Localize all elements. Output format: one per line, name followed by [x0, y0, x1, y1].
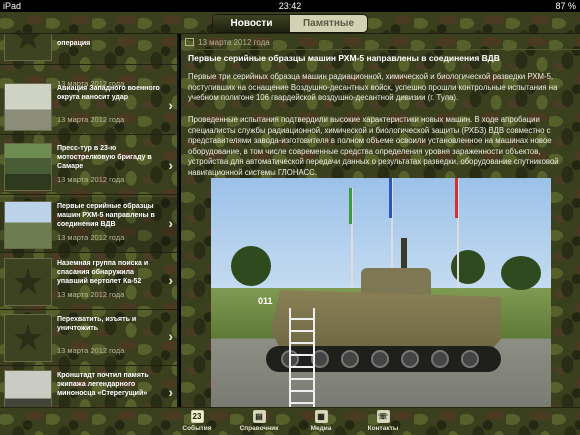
news-thumbnail	[4, 370, 52, 407]
news-thumbnail	[4, 83, 52, 131]
chevron-right-icon: ›	[168, 215, 173, 231]
film-icon: ▦	[314, 410, 328, 423]
news-item-title: Авиация Западного военного округа наноси…	[57, 85, 160, 101]
news-thumbnail	[4, 34, 52, 61]
list-item[interactable]: операция 13 марта 2012 года	[0, 34, 177, 88]
chevron-right-icon: ›	[168, 272, 173, 288]
article-paragraph: Проведенные испытания подтвердили высоки…	[188, 115, 559, 177]
book-icon: ▤	[252, 410, 266, 423]
news-item-title: Перехватить, изъять и уничтожить	[57, 316, 137, 332]
vehicle-number: 011	[258, 296, 273, 306]
article-photo[interactable]: 011	[211, 178, 551, 407]
tree	[501, 256, 541, 290]
tree	[231, 246, 271, 286]
wheel	[401, 350, 419, 368]
news-thumbnail	[4, 143, 52, 191]
news-thumbnail	[4, 314, 52, 362]
bottom-tab-bar: 23 События ▤ Справочник ▦ Медиа ☏ Контак…	[0, 407, 580, 435]
tab-media[interactable]: ▦ Медиа	[286, 410, 356, 432]
news-item-date: 13 марта 2012 года	[57, 346, 125, 355]
article-paragraph: Первые три серийных образца машин радиац…	[188, 72, 558, 102]
list-item-selected[interactable]: Первые серийные образцы машин РХМ-5 напр…	[0, 197, 177, 253]
news-item-title: Первые серийные образцы машин РХМ-5 напр…	[57, 203, 155, 228]
calendar-icon	[185, 38, 194, 46]
tab-contacts[interactable]: ☏ Контакты	[348, 410, 418, 432]
news-list: операция 13 марта 2012 года Авиация Запа…	[0, 34, 179, 407]
chevron-right-icon: ›	[168, 384, 173, 400]
divider	[181, 49, 580, 50]
wheel	[371, 350, 389, 368]
news-item-date: 13 марта 2012 года	[57, 115, 125, 124]
tab-memorable-dates[interactable]: Памятные даты	[290, 15, 367, 32]
tab-reference[interactable]: ▤ Справочник	[224, 410, 294, 432]
list-item[interactable]: Пресс-тур в 23-ю мотострелковую бригаду …	[0, 139, 177, 195]
tab-news[interactable]: Новости	[213, 15, 290, 32]
wheel	[431, 350, 449, 368]
segmented-control: Новости Памятные даты	[213, 15, 367, 32]
list-item[interactable]: Кронштадт почтил память экипажа легендар…	[0, 366, 177, 407]
news-item-title: операция	[57, 40, 91, 47]
tab-label: Контакты	[367, 425, 399, 432]
flag	[389, 178, 392, 218]
list-item[interactable]: Авиация Западного военного округа наноси…	[0, 79, 177, 135]
article-view: 13 марта 2012 года Первые серийные образ…	[181, 34, 580, 407]
wheel	[341, 350, 359, 368]
news-thumbnail	[4, 201, 52, 249]
clock: 23:42	[278, 1, 302, 11]
phone-icon: ☏	[376, 410, 390, 423]
tab-label: Медиа	[310, 425, 332, 432]
tab-events[interactable]: 23 События	[162, 410, 232, 432]
tab-label: Справочник	[239, 425, 279, 432]
flag	[349, 188, 352, 224]
chevron-right-icon: ›	[168, 328, 173, 344]
news-item-title: Наземная группа поиска и спасания обнару…	[57, 260, 149, 285]
list-item[interactable]: Перехватить, изъять и уничтожить 13 март…	[0, 310, 177, 366]
tab-label: События	[182, 425, 212, 432]
list-item[interactable]: Наземная группа поиска и спасания обнару…	[0, 254, 177, 310]
news-item-date: 13 марта 2012 года	[57, 175, 125, 184]
status-bar: iPad 23:42 87 %	[0, 0, 580, 12]
news-item-title: Пресс-тур в 23-ю мотострелковую бригаду …	[57, 145, 152, 170]
ladder	[289, 308, 315, 407]
news-thumbnail	[4, 258, 52, 306]
wheel	[461, 350, 479, 368]
news-item-date: 13 марта 2012 года	[57, 290, 125, 299]
news-item-date: 13 марта 2012 года	[57, 233, 125, 242]
chevron-right-icon: ›	[168, 157, 173, 173]
article-date-row: 13 марта 2012 года	[185, 38, 270, 47]
article-title: Первые серийные образцы машин РХМ-5 напр…	[188, 53, 500, 63]
article-date: 13 марта 2012 года	[198, 38, 270, 47]
calendar-icon: 23	[190, 410, 204, 423]
chevron-right-icon: ›	[168, 97, 173, 113]
flag	[455, 178, 458, 218]
news-item-title: Кронштадт почтил память экипажа легендар…	[57, 372, 149, 397]
top-navigation-bar: Новости Памятные даты	[0, 12, 580, 34]
battery-indicator: 87 %	[555, 1, 576, 11]
